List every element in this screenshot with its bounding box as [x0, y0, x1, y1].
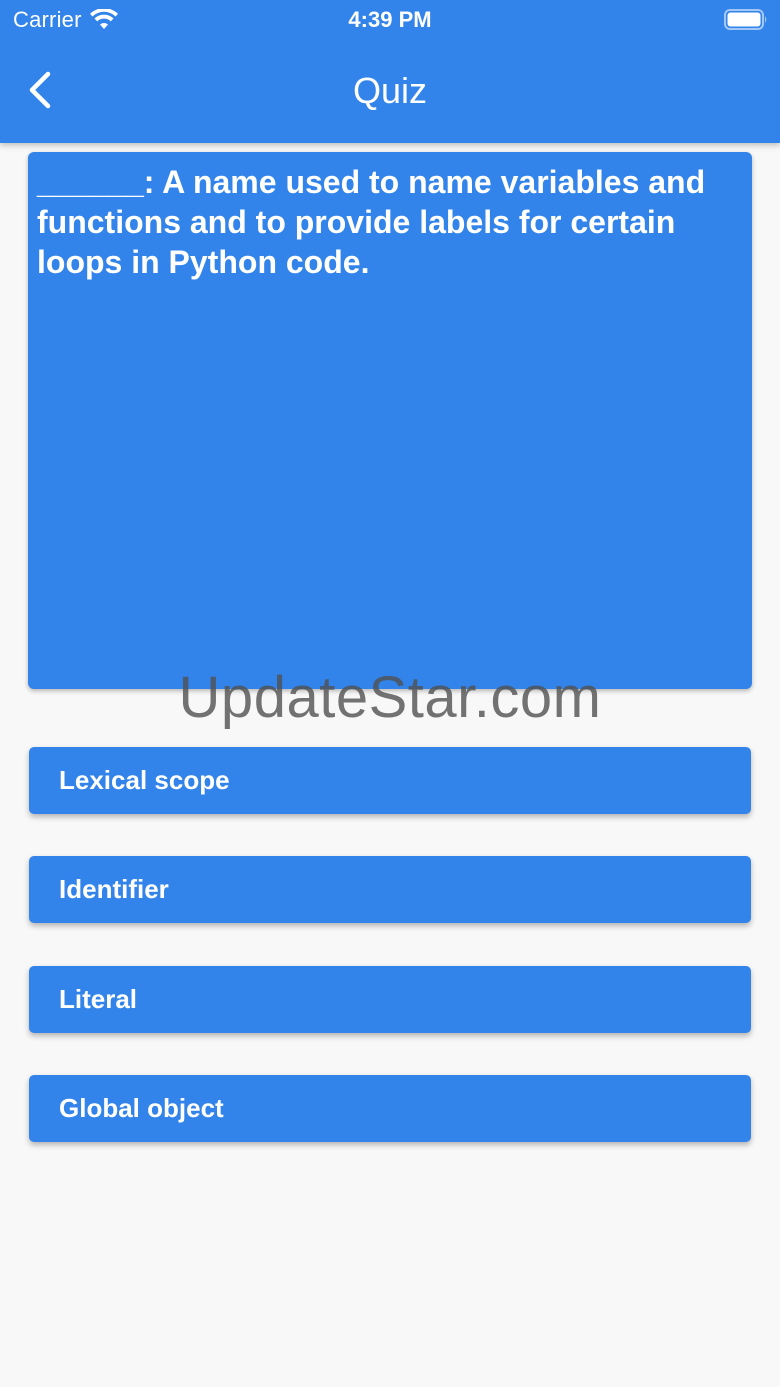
battery-icon	[724, 9, 767, 30]
status-bar: Carrier 4:39 PM	[0, 0, 780, 40]
page-title: Quiz	[352, 70, 428, 111]
navigation-bar: Quiz	[0, 40, 780, 143]
answer-option-literal[interactable]: Literal	[29, 966, 751, 1033]
answer-option-lexical-scope[interactable]: Lexical scope	[29, 747, 751, 814]
question-text: ______: A name used to name variables an…	[37, 164, 706, 280]
answer-label: Literal	[59, 984, 138, 1014]
watermark: UpdateStar.com	[178, 665, 602, 730]
answer-option-identifier[interactable]: Identifier	[29, 856, 751, 923]
app-bar: Carrier 4:39 PM Quiz	[0, 0, 780, 143]
answer-label: Lexical scope	[59, 765, 230, 795]
answer-label: Identifier	[59, 874, 169, 904]
status-time: 4:39 PM	[348, 7, 432, 32]
answer-label: Global object	[59, 1093, 224, 1123]
question-card: ______: A name used to name variables an…	[28, 152, 752, 689]
answer-option-global-object[interactable]: Global object	[29, 1075, 751, 1142]
